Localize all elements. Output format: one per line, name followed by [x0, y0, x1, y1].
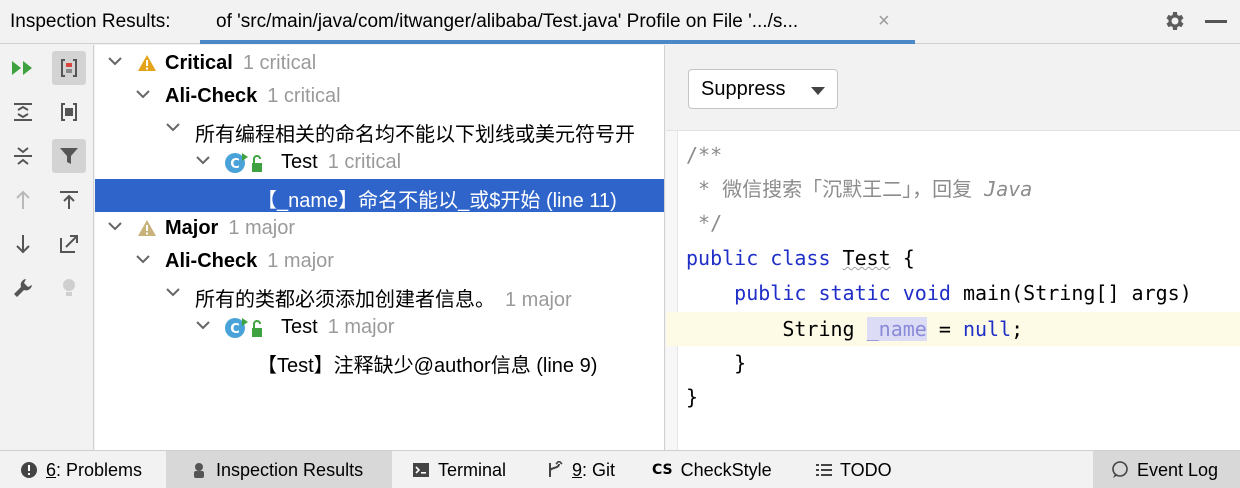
- tree-node-ali-check[interactable]: Ali-Check 1 critical: [95, 80, 664, 113]
- code-editor[interactable]: /** * 微信搜索「沉默王二」，回复 Java */ public class…: [666, 131, 1240, 450]
- warning-icon: [138, 220, 156, 236]
- critical-count: 1 critical: [242, 52, 317, 74]
- chevron-down-icon[interactable]: [165, 284, 181, 300]
- tree-node-major[interactable]: Major 1 major: [95, 212, 664, 245]
- ali-check-count: 1 critical: [267, 85, 341, 107]
- class-icon: C: [225, 153, 262, 173]
- chevron-down-icon[interactable]: [165, 119, 181, 135]
- test-label: Test: [281, 151, 318, 173]
- tree-node-ali-check[interactable]: Ali-Check 1 major: [95, 245, 664, 278]
- code-line: public class Test {: [686, 246, 915, 270]
- preview-toolbar: Suppress: [666, 45, 1240, 131]
- class-icon: C: [225, 318, 262, 338]
- test-count: 1 major: [327, 316, 395, 338]
- tree-node-issue-selected[interactable]: 【_name】命名不能以_或$开始 (line 11): [95, 179, 664, 212]
- test-count: 1 critical: [327, 151, 402, 173]
- rule-label: 所有编程相关的命名均不能以下划线或美元符号开: [195, 124, 635, 146]
- list-icon: [816, 463, 832, 477]
- previous-problem-icon[interactable]: [6, 183, 40, 217]
- expand-all-icon[interactable]: [6, 95, 40, 129]
- code-line: * 微信搜索「沉默王二」，回复 Java: [686, 177, 1033, 201]
- chevron-down-icon: [811, 87, 825, 95]
- warning-icon: [138, 55, 156, 71]
- todo-tab[interactable]: TODO: [816, 451, 892, 488]
- major-count: 1 major: [228, 217, 296, 239]
- tool-window-title: Inspection Results:: [10, 11, 171, 32]
- suppress-label: Suppress: [701, 78, 786, 100]
- tree-node-test[interactable]: C Test 1 major: [95, 311, 664, 344]
- export-icon[interactable]: [52, 183, 86, 217]
- next-problem-icon[interactable]: [6, 227, 40, 261]
- rerun-icon[interactable]: [6, 51, 40, 85]
- tree-node-test[interactable]: C Test 1 critical: [95, 146, 664, 179]
- svg-text:C: C: [230, 322, 240, 337]
- tree-node-critical[interactable]: Critical 1 critical: [95, 47, 664, 80]
- code-line: /**: [686, 143, 723, 167]
- ali-check-count: 1 major: [267, 250, 334, 272]
- filter-icon[interactable]: [52, 139, 86, 173]
- gear-icon[interactable]: [1162, 8, 1186, 34]
- inspection-results-tab[interactable]: Inspection Results: [166, 451, 392, 488]
- problems-tab[interactable]: 6: Problems: [20, 451, 142, 488]
- problem-identifier: _name: [866, 317, 927, 341]
- code-line: public static void main(String[] args): [734, 281, 1192, 305]
- tool-window-bar: 6: Problems Inspection Results Terminal …: [0, 450, 1240, 488]
- chevron-down-icon[interactable]: [135, 251, 151, 267]
- group-by-directory-icon[interactable]: [52, 95, 86, 129]
- chevron-down-icon[interactable]: [107, 53, 123, 69]
- test-label: Test: [281, 316, 318, 338]
- major-label: Major: [165, 217, 219, 239]
- suppress-dropdown[interactable]: Suppress: [688, 69, 838, 109]
- chevron-down-icon[interactable]: [195, 317, 211, 333]
- close-tab-icon[interactable]: ×: [878, 10, 890, 33]
- chevron-down-icon[interactable]: [135, 86, 151, 102]
- error-icon: [20, 461, 38, 479]
- tree-node-rule[interactable]: 所有编程相关的命名均不能以下划线或美元符号开: [95, 113, 664, 146]
- tree-node-rule[interactable]: 所有的类都必须添加创建者信息。 1 major: [95, 278, 664, 311]
- minimize-icon[interactable]: [1205, 20, 1227, 23]
- rule-label: 所有的类都必须添加创建者信息。: [195, 289, 495, 311]
- issue-label: 【_name】命名不能以_或$开始 (line 11): [257, 190, 617, 212]
- results-tab[interactable]: of 'src/main/java/com/itwanger/alibaba/T…: [200, 0, 915, 44]
- code-line: }: [686, 351, 747, 375]
- chevron-down-icon[interactable]: [107, 218, 123, 234]
- wrench-icon[interactable]: [6, 271, 40, 305]
- terminal-icon: [412, 461, 430, 479]
- open-external-icon[interactable]: [52, 227, 86, 261]
- active-tab-indicator: [200, 40, 915, 44]
- terminal-tab[interactable]: Terminal: [412, 451, 506, 488]
- svg-text:C: C: [230, 157, 240, 172]
- critical-label: Critical: [165, 52, 233, 74]
- code-line: }: [686, 385, 699, 409]
- inspection-toolbar: [0, 45, 94, 450]
- ali-check-label: Ali-Check: [165, 250, 258, 272]
- problem-preview: Suppress /** * 微信搜索「沉默王二」，回复 Java */ pub…: [666, 45, 1240, 450]
- group-by-severity-icon[interactable]: [52, 51, 86, 85]
- git-tab[interactable]: 9: Git: [546, 451, 615, 488]
- inspection-tree: Critical 1 critical Ali-Check 1 critical 所…: [95, 45, 665, 450]
- checkstyle-icon: CS: [652, 462, 673, 478]
- ali-check-label: Ali-Check: [165, 85, 258, 107]
- collapse-all-icon[interactable]: [6, 139, 40, 173]
- bulb-icon[interactable]: [52, 271, 86, 305]
- issue-label: 【Test】注释缺少@author信息 (line 9): [257, 355, 598, 377]
- chevron-down-icon[interactable]: [195, 152, 211, 168]
- code-line-highlighted: String _name = null;: [686, 317, 1024, 341]
- code-line: */: [686, 211, 723, 235]
- tool-window-header: Inspection Results: of 'src/main/java/co…: [0, 0, 1240, 44]
- checkstyle-tab[interactable]: CS CheckStyle: [652, 451, 772, 488]
- results-tab-label[interactable]: of 'src/main/java/com/itwanger/alibaba/T…: [216, 11, 798, 33]
- rule-count: 1 major: [505, 289, 572, 311]
- speech-bubble-icon: [1111, 461, 1129, 479]
- event-log-tab[interactable]: Event Log: [1093, 451, 1240, 488]
- git-branch-icon: [546, 461, 564, 479]
- inspection-icon: [190, 461, 208, 479]
- tree-node-issue[interactable]: 【Test】注释缺少@author信息 (line 9): [95, 344, 664, 377]
